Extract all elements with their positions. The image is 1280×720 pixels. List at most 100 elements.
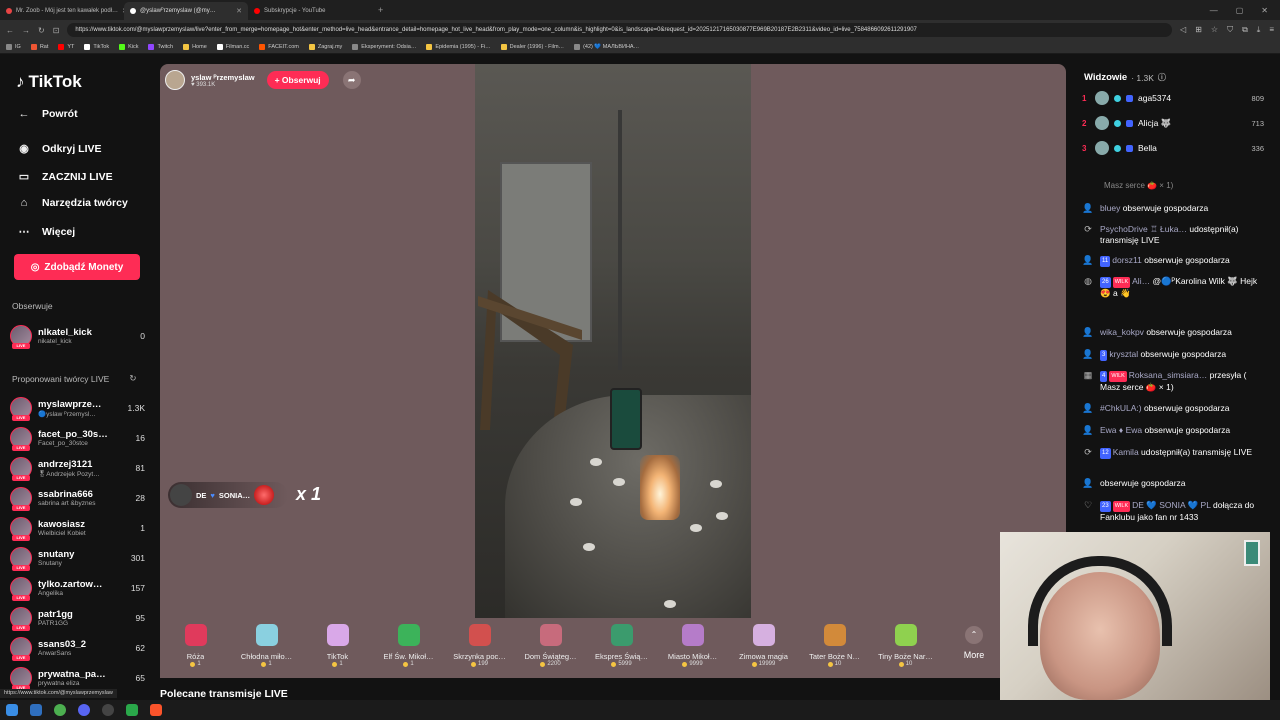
bookmark-item[interactable]: Home — [183, 43, 207, 50]
shield-icon[interactable]: ⛉ — [1227, 25, 1233, 35]
chat-username[interactable]: dorsz11 — [1112, 255, 1142, 265]
more-gifts-button[interactable]: ⌃ More — [960, 626, 988, 660]
chat-message[interactable]: 👤 3 krysztal obserwuje gospodarza — [1082, 349, 1258, 361]
nav-discover-live[interactable]: ◉ Odkryj LIVE — [16, 142, 101, 156]
bookmark-page-icon[interactable]: ⊡ — [53, 26, 60, 35]
bookmark-item[interactable]: Eksperyment: Odsia… — [352, 43, 416, 50]
close-tab-icon[interactable]: ✕ — [236, 7, 242, 15]
nav-start-live[interactable]: ▭ ZACZNIJ LIVE — [16, 170, 113, 184]
viewer-row[interactable]: 1 aga5374 809 — [1082, 88, 1264, 108]
extensions-icon[interactable]: ⧉ — [1242, 25, 1248, 35]
bookmark-item[interactable]: (42) 💙 МАЛЬВИНА… — [574, 43, 639, 50]
browser-tab-0[interactable]: Mr. Zoob - Mój jest ten kawałek podł…✕ — [0, 2, 124, 20]
maximize-icon[interactable]: ▢ — [1236, 6, 1244, 15]
host-name[interactable]: yslaw ᴾrzemyslaw — [191, 73, 255, 82]
gift-item[interactable]: Tiny Boże Nar… 10 — [870, 618, 941, 678]
refresh-icon[interactable]: ↻ — [129, 373, 136, 384]
chat-username[interactable]: Ali… — [1132, 276, 1150, 286]
browser-tab-1[interactable]: @yslawᴾrzemyslaw (@my… ✕ — [124, 2, 248, 20]
chat-username[interactable]: bluey — [1100, 203, 1120, 213]
close-window-icon[interactable]: ✕ — [1261, 6, 1268, 15]
gift-item[interactable]: Skrzynka poc… 199 — [444, 618, 515, 678]
mute-icon[interactable]: ◁ — [1180, 25, 1186, 35]
minimize-icon[interactable]: — — [1210, 6, 1218, 15]
chat-message[interactable]: 👤 Ewa ♦ Ewa obserwuje gospodarza — [1082, 425, 1258, 436]
get-coins-button[interactable]: ◎ Zdobądź Monety — [14, 254, 140, 280]
viewer-row[interactable]: 2 Alicja 🐺 713 — [1082, 113, 1264, 133]
forward-arrow-icon[interactable]: → — [22, 26, 30, 35]
chat-message[interactable]: ⟳ 12 Kamila udostępnił(a) transmisję LIVE — [1082, 447, 1258, 459]
gift-item[interactable]: Ekspres Świą… 5999 — [586, 618, 657, 678]
bookmark-item[interactable]: Zagraj.my — [308, 43, 342, 50]
following-item[interactable]: LIVE nlkatel_kick nikatel_kick 0 — [10, 322, 145, 350]
nav-creator-tools[interactable]: ⌂ Narzędzia twórcy — [16, 197, 128, 209]
bookmark-item[interactable]: Epidemia (1995) - Fi… — [426, 43, 491, 50]
back-arrow-icon[interactable]: ← — [6, 26, 14, 35]
star-icon[interactable]: ☆ — [1211, 25, 1218, 35]
gift-item[interactable]: Miasto Mikoł… 9999 — [657, 618, 728, 678]
chat-message[interactable]: ◍ 26 WILK Ali… @🔵ᴾKarolina Wilk 🐺 Hejk 😍 a … — [1082, 276, 1258, 299]
follow-button[interactable]: + Obserwuj — [266, 71, 329, 89]
gift-item[interactable]: Tater Boże N… 10 — [799, 618, 870, 678]
bookmark-item[interactable]: Filman.cc — [216, 43, 249, 50]
app-icon[interactable] — [126, 704, 138, 716]
url-input[interactable]: https://www.tiktok.com/@myslawprzemyslaw… — [67, 23, 1173, 37]
chat-username[interactable]: Kamila — [1113, 447, 1139, 457]
bookmark-item[interactable]: Twitch — [148, 43, 173, 50]
nav-back[interactable]: ← Powrót — [16, 108, 78, 120]
suggested-creator-item[interactable]: LIVE prywatna_pa… prywatna eliza 65 — [10, 664, 145, 692]
chat-message[interactable]: ⟳ PsychoDrive ♖ Łuka… udostępnił(a) trans… — [1082, 224, 1258, 246]
chat-message[interactable]: 👤 obserwuje gospodarza — [1082, 478, 1258, 489]
suggested-creator-item[interactable]: LIVE snutany Snutany 301 — [10, 544, 145, 572]
info-icon[interactable]: ⓘ — [1158, 72, 1166, 83]
gift-item[interactable]: Elf Św. Mikoł… 1 — [373, 618, 444, 678]
share-icon[interactable]: ➦ — [342, 71, 361, 89]
chat-username[interactable]: PsychoDrive ♖ Łuka… — [1100, 224, 1187, 234]
bookmark-item[interactable]: Dealer (1996) - Film… — [500, 43, 564, 50]
obs-icon[interactable] — [102, 704, 114, 716]
file-explorer-icon[interactable] — [30, 704, 42, 716]
suggested-creator-item[interactable]: LIVE andrzej3121 🎖Andrzejek Pozyt… 81 — [10, 454, 145, 482]
chat-message[interactable]: ▦ 4 WILK Roksana_simsiara… przesyła ( Masz … — [1082, 370, 1258, 393]
chat-username[interactable]: krysztal — [1109, 349, 1138, 359]
chrome-icon[interactable] — [54, 704, 66, 716]
tiktok-logo[interactable]: ♪ TikTok — [16, 72, 82, 92]
suggested-creator-item[interactable]: LIVE myslawprze… 🔵yslaw ᴾrzemysl… 1.3K — [10, 394, 145, 422]
gift-item[interactable]: Chłodna miło… 1 — [231, 618, 302, 678]
bookmark-item[interactable]: Kick — [119, 43, 138, 50]
viewers-header[interactable]: Widzowie · 1.3K ⓘ — [1084, 72, 1166, 83]
chat-username[interactable]: #ChkULA:) — [1100, 403, 1142, 413]
suggested-creator-item[interactable]: LIVE facet_po_30s… Facet_po_30stce 16 — [10, 424, 145, 452]
chat-message[interactable]: 👤 11 dorsz11 obserwuje gospodarza — [1082, 255, 1258, 267]
chat-username[interactable]: Ewa ♦ Ewa — [1100, 425, 1142, 435]
chat-message[interactable]: 👤 #ChkULA:) obserwuje gospodarza — [1082, 403, 1258, 414]
bookmark-item[interactable]: YT — [58, 43, 74, 50]
suggested-creator-item[interactable]: LIVE kawosiasz Wielbiciel Kobiet 1 — [10, 514, 145, 542]
bookmark-item[interactable]: TikTok — [84, 43, 109, 50]
gift-item[interactable]: Dom Świąteg… 2200 — [515, 618, 586, 678]
chat-username[interactable]: Roksana_simsiara… — [1129, 370, 1207, 380]
bookmark-item[interactable]: IG — [6, 43, 21, 50]
host-avatar[interactable] — [165, 70, 185, 90]
brave-icon[interactable] — [150, 704, 162, 716]
gift-item[interactable]: TikTok 1 — [302, 618, 373, 678]
bookmark-item[interactable]: Rat — [30, 43, 48, 50]
translate-icon[interactable]: ⊞ — [1195, 25, 1202, 35]
gift-item[interactable]: Róża 1 — [160, 618, 231, 678]
viewer-row[interactable]: 3 Bella 336 — [1082, 138, 1264, 158]
suggested-creator-item[interactable]: LIVE ssans03_2 AnwarSans 62 — [10, 634, 145, 662]
suggested-creator-item[interactable]: LIVE tylko.zartow… Angelika 157 — [10, 574, 145, 602]
chat-message[interactable]: 👤 wika_kokpv obserwuje gospodarza — [1082, 327, 1258, 338]
browser-tab-2[interactable]: Subskrypcje - YouTube — [248, 2, 372, 20]
chat-username[interactable]: DE 💙 SONIA 💙 PL — [1132, 500, 1210, 510]
chat-message[interactable]: ♡ 23 WILK DE 💙 SONIA 💙 PL dołącza do Fanklu… — [1082, 500, 1258, 523]
windows-start-icon[interactable] — [6, 704, 18, 716]
discord-icon[interactable] — [78, 704, 90, 716]
gift-item[interactable]: Zimowa magia 19999 — [728, 618, 799, 678]
bookmark-item[interactable]: FACEIT.com — [259, 43, 299, 50]
suggested-creator-item[interactable]: LIVE ssabrina666 sabrina art &byznes 28 — [10, 484, 145, 512]
new-tab-icon[interactable]: + — [378, 5, 383, 15]
nav-more[interactable]: ⋯ Więcej — [16, 225, 76, 239]
chat-message[interactable]: 👤 bluey obserwuje gospodarza — [1082, 203, 1258, 214]
reload-icon[interactable]: ↻ — [38, 26, 45, 35]
